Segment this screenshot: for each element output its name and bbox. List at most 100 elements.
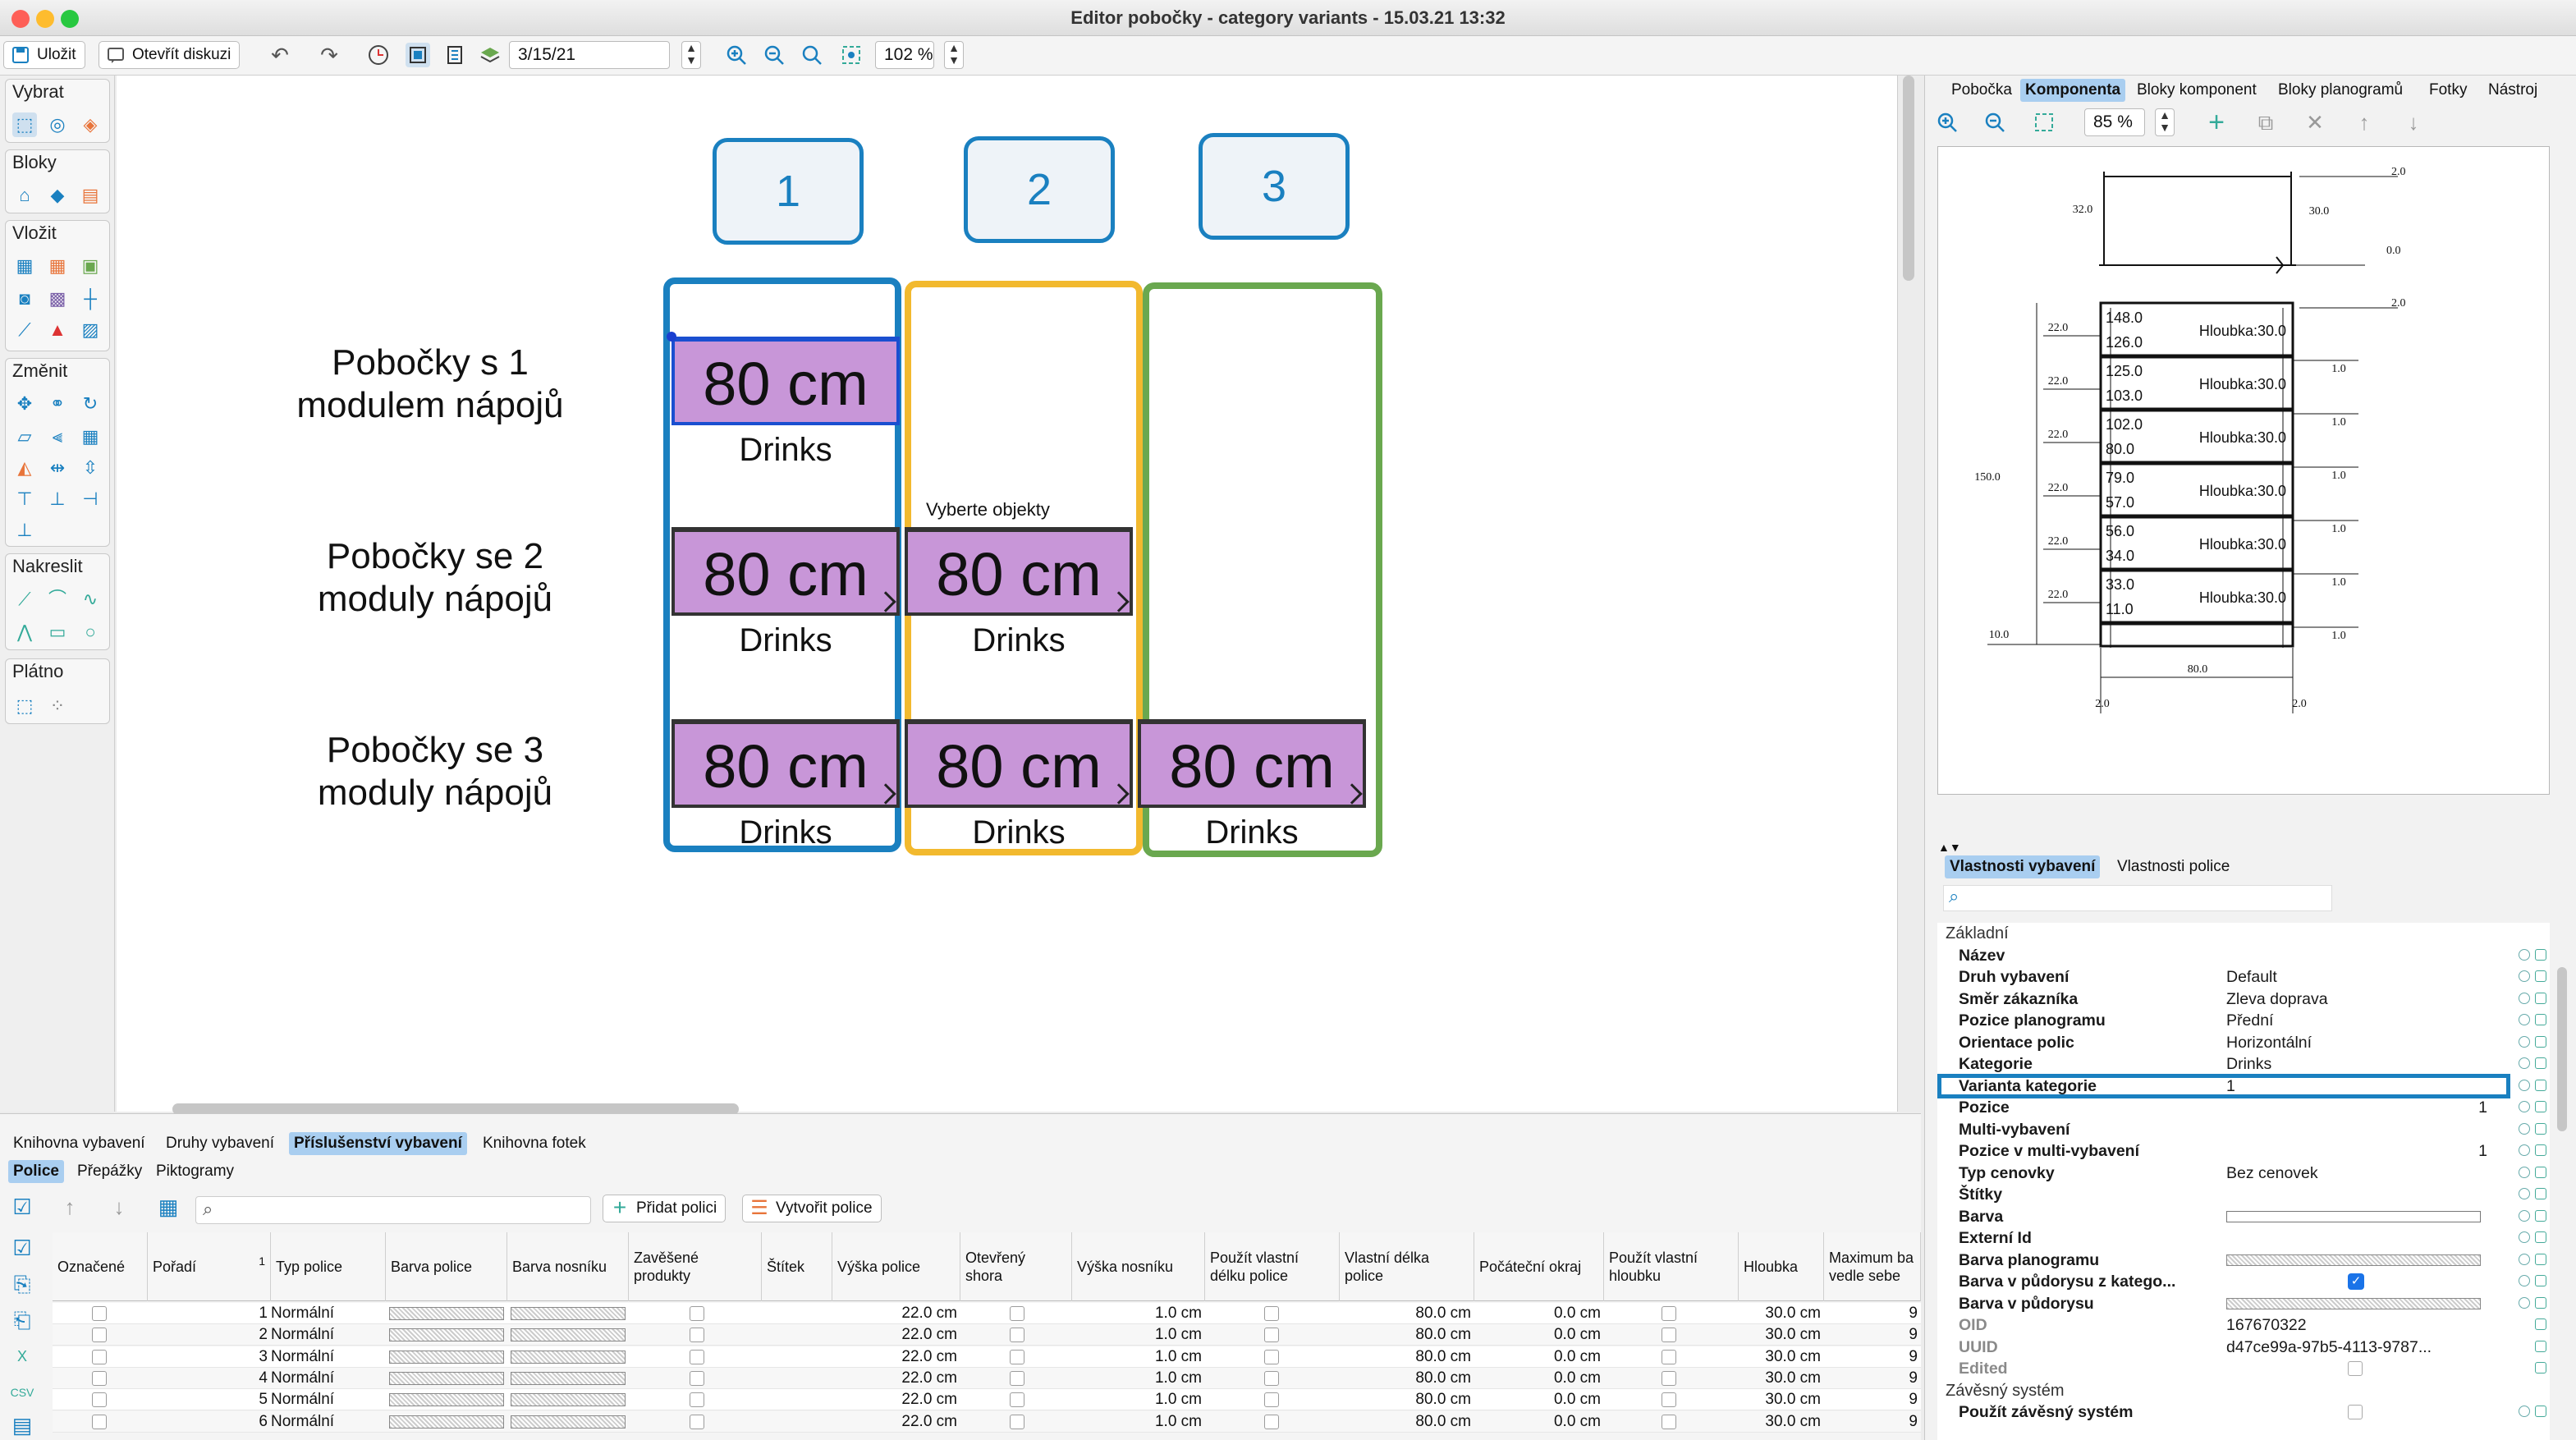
date-field[interactable]: 3/15/21 — [509, 41, 670, 69]
row-checkbox[interactable] — [1264, 1349, 1279, 1364]
edit-icon[interactable] — [2535, 970, 2546, 982]
color-swatch[interactable] — [511, 1328, 626, 1342]
preview-zoom-field[interactable]: 85 % — [2084, 108, 2145, 136]
column-header[interactable]: Použít vlastní hloubku — [1604, 1232, 1739, 1301]
edit-icon[interactable] — [2535, 1166, 2546, 1178]
row-checkbox[interactable] — [1010, 1414, 1024, 1429]
property-row[interactable]: Pozice planogramu Přední — [1937, 1010, 2550, 1032]
move-up-icon[interactable]: ↑ — [2352, 110, 2377, 135]
reset-icon[interactable] — [2519, 1188, 2530, 1199]
row-checkbox[interactable] — [690, 1306, 704, 1321]
zoom-in-icon[interactable] — [1935, 110, 1960, 135]
reset-icon[interactable] — [2519, 1209, 2530, 1222]
draw-curve-icon[interactable]: ∿ — [78, 587, 103, 612]
target-tool-icon[interactable]: ◎ — [45, 112, 70, 137]
save-button[interactable]: Uložit — [3, 41, 85, 69]
draw-rectangle-icon[interactable]: ▭ — [45, 620, 70, 644]
edit-icon[interactable] — [2535, 1340, 2546, 1352]
property-value[interactable]: 167670322 — [2226, 1314, 2487, 1336]
align-bottom-icon[interactable]: ⊥ — [12, 518, 37, 543]
property-value[interactable]: d47ce99a-97b5-4113-9787... — [2226, 1337, 2487, 1358]
property-value[interactable]: 1 — [2226, 1075, 2487, 1097]
edit-icon[interactable] — [2535, 1362, 2546, 1374]
row-checkbox[interactable] — [92, 1392, 107, 1408]
insert-shelf-icon[interactable]: ▦ — [12, 254, 37, 278]
planogram-canvas[interactable]: 1 2 3 Pobočky s 1 modulem nápojů Pobočky… — [117, 76, 1898, 1112]
edited-checkbox[interactable] — [2348, 1361, 2363, 1376]
edit-icon[interactable] — [2535, 1014, 2546, 1025]
color-swatch[interactable] — [511, 1307, 626, 1320]
property-value[interactable]: 1 — [2226, 1097, 2487, 1118]
row-checkbox[interactable] — [92, 1414, 107, 1429]
edit-icon[interactable] — [2535, 1188, 2546, 1199]
tab-equipment-library[interactable]: Knihovna vybavení — [8, 1132, 150, 1155]
grid-view-icon[interactable] — [406, 43, 430, 67]
reset-icon[interactable] — [2519, 1275, 2530, 1286]
table-row[interactable]: 3 Normální 22.0 cm 1.0 cm 80.0 cm 0.0 cm 30.0 … — [53, 1346, 1921, 1368]
zoom-stepper[interactable]: ▲ ▼ — [944, 41, 964, 69]
property-row[interactable]: Kategorie Drinks — [1937, 1053, 2550, 1075]
row-checkbox[interactable] — [1264, 1370, 1279, 1386]
reset-icon[interactable] — [2519, 1296, 2530, 1309]
block-list-icon[interactable]: ▤ — [78, 183, 103, 208]
reset-icon[interactable] — [2519, 1101, 2530, 1112]
reset-icon[interactable] — [2519, 1122, 2530, 1135]
column-header[interactable]: Maximum ba vedle sebe — [1824, 1232, 1921, 1301]
row-checkbox[interactable] — [1662, 1392, 1676, 1408]
property-value[interactable]: 1 — [2226, 1140, 2487, 1162]
property-value[interactable]: Zleva doprava — [2226, 988, 2487, 1010]
hanging-system-checkbox[interactable] — [2348, 1405, 2363, 1419]
row-checkbox[interactable] — [1010, 1370, 1024, 1386]
section-hanging-system[interactable]: Závěsný systém — [1937, 1380, 2550, 1401]
tab-component[interactable]: Komponenta — [2020, 79, 2126, 102]
move-down-icon[interactable]: ↓ — [2401, 110, 2426, 135]
group-icon[interactable]: ⚭ — [45, 392, 70, 416]
create-shelves-button[interactable]: ☰ Vytvořit police — [742, 1195, 882, 1222]
insert-box-icon[interactable]: ▩ — [45, 287, 70, 311]
table-settings-icon[interactable]: ▦ — [156, 1195, 181, 1219]
zoom-field[interactable]: 102 % — [875, 41, 934, 69]
shelf-module[interactable]: 80 cm Drinks — [1138, 719, 1366, 883]
category-color-checkbox[interactable]: ✓ — [2348, 1273, 2364, 1290]
color-swatch[interactable] — [389, 1393, 504, 1407]
properties-scrollbar[interactable] — [2557, 967, 2567, 1131]
tab-tool[interactable]: Nástroj — [2483, 79, 2542, 102]
reset-icon[interactable] — [2519, 1014, 2530, 1025]
table-row[interactable]: 5 Normální 22.0 cm 1.0 cm 80.0 cm 0.0 cm 30.0 … — [53, 1389, 1921, 1411]
tab-planogram-blocks[interactable]: Bloky planogramů — [2273, 79, 2408, 102]
block-tool-icon[interactable]: ⌂ — [12, 183, 37, 208]
reset-icon[interactable] — [2519, 1253, 2530, 1265]
shelf-module[interactable]: 80 cm Drinks — [905, 719, 1133, 883]
column-header[interactable]: Barva nosníku — [507, 1232, 629, 1301]
edit-icon[interactable] — [2535, 992, 2546, 1004]
edit-icon[interactable] — [2535, 1101, 2546, 1112]
arrange-icon[interactable]: ▦ — [78, 424, 103, 449]
align-top-icon[interactable]: ⊤ — [12, 487, 37, 511]
property-row[interactable]: Štítky — [1937, 1184, 2550, 1206]
history-icon[interactable] — [366, 43, 391, 67]
tab-equipment-types[interactable]: Druhy vybavení — [161, 1132, 279, 1155]
color-swatch[interactable] — [511, 1415, 626, 1429]
property-row[interactable]: Použít závěsný systém — [1937, 1401, 2550, 1424]
reset-icon[interactable] — [2519, 1035, 2530, 1048]
row-checkbox[interactable] — [690, 1392, 704, 1408]
paste-icon[interactable]: ⎗ — [10, 1308, 34, 1332]
edit-icon[interactable] — [2535, 1231, 2546, 1243]
row-checkbox[interactable] — [92, 1349, 107, 1364]
edit-icon[interactable] — [2535, 1296, 2546, 1309]
row-checkbox[interactable] — [1264, 1392, 1279, 1408]
insert-table-icon[interactable]: ▦ — [45, 254, 70, 278]
property-row[interactable]: Barva — [1937, 1206, 2550, 1228]
reset-icon[interactable] — [2519, 992, 2530, 1004]
column-header[interactable]: Vlastní délka police — [1340, 1232, 1474, 1301]
align-right-icon[interactable]: ⊣ — [78, 487, 103, 511]
property-row[interactable]: Typ cenovky Bez cenovek — [1937, 1163, 2550, 1185]
color-swatch[interactable] — [2226, 1297, 2481, 1309]
zoom-fit-icon[interactable] — [800, 43, 824, 67]
redo-icon[interactable]: ↷ — [317, 43, 341, 67]
canvas-grid-icon[interactable]: ⁘ — [45, 694, 70, 718]
property-row[interactable]: Druh vybavení Default — [1937, 966, 2550, 988]
subtab-dividers[interactable]: Přepážky — [72, 1160, 147, 1183]
property-value[interactable]: Přední — [2226, 1010, 2487, 1031]
table-row[interactable]: 4 Normální 22.0 cm 1.0 cm 80.0 cm 0.0 cm 30.0 … — [53, 1367, 1921, 1389]
